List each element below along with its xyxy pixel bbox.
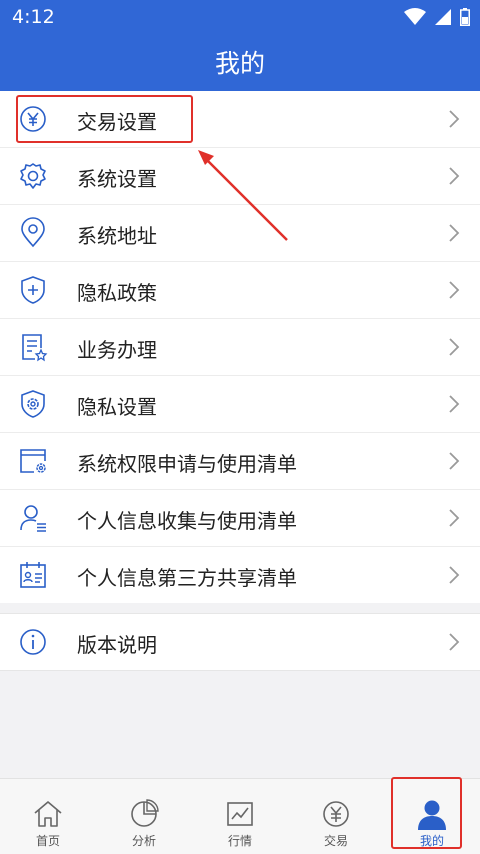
menu-item-system-address[interactable]: 系统地址	[0, 205, 480, 262]
user-list-icon	[20, 505, 46, 532]
chevron-right-icon	[449, 452, 460, 470]
tab-label: 交易	[323, 834, 348, 848]
menu-item-label: 个人信息第三方共享清单	[77, 566, 297, 590]
menu-item-label: 隐私设置	[77, 395, 157, 419]
menu-item-label: 业务办理	[77, 338, 157, 362]
tab-label: 分析	[131, 834, 156, 848]
page-title: 我的	[214, 49, 265, 78]
menu-item-system-permissions[interactable]: 系统权限申请与使用清单	[0, 433, 480, 490]
menu-item-label: 隐私政策	[77, 281, 157, 305]
status-bar: 4:12	[0, 0, 480, 34]
home-icon	[34, 801, 62, 827]
line-chart-icon	[227, 802, 253, 826]
signal-icon	[435, 9, 451, 25]
menu-item-business[interactable]: 业务办理	[0, 319, 480, 376]
info-circle-icon	[20, 629, 46, 655]
menu-item-privacy-settings[interactable]: 隐私设置	[0, 376, 480, 433]
annotation-highlight-tab-mine	[391, 777, 462, 849]
wifi-icon	[404, 8, 426, 25]
menu-item-label: 个人信息收集与使用清单	[77, 509, 297, 533]
menu-item-third-party-sharing[interactable]: 个人信息第三方共享清单	[0, 547, 480, 603]
chevron-right-icon	[449, 633, 460, 651]
menu-item-version-info[interactable]: 版本说明	[0, 614, 480, 670]
shield-plus-icon	[21, 276, 45, 304]
location-pin-icon	[21, 217, 45, 248]
chevron-right-icon	[449, 224, 460, 242]
chevron-right-icon	[449, 281, 460, 299]
chevron-right-icon	[449, 509, 460, 527]
shield-gear-icon	[21, 390, 45, 418]
menu-item-label: 版本说明	[77, 633, 157, 657]
chevron-right-icon	[449, 395, 460, 413]
menu-item-label: 系统权限申请与使用清单	[77, 452, 297, 476]
menu-item-label: 系统设置	[77, 167, 157, 191]
chevron-right-icon	[449, 110, 460, 128]
menu-group-about: 版本说明	[0, 613, 480, 671]
window-gear-icon	[20, 449, 46, 473]
menu-item-privacy-policy[interactable]: 隐私政策	[0, 262, 480, 319]
tab-market[interactable]: 行情	[192, 779, 288, 854]
chevron-right-icon	[449, 566, 460, 584]
calendar-card-icon	[20, 562, 46, 588]
document-star-icon	[22, 334, 48, 362]
yen-circle-icon	[323, 801, 349, 827]
menu-item-system-settings[interactable]: 系统设置	[0, 148, 480, 205]
menu-item-personal-info-collection[interactable]: 个人信息收集与使用清单	[0, 490, 480, 547]
menu-item-label: 系统地址	[77, 224, 157, 248]
pie-chart-icon	[131, 799, 159, 827]
tab-home[interactable]: 首页	[0, 779, 96, 854]
menu-group-main: 交易设置 系统设置 系统地址 隐私政策 业务办理 隐私设置 系统权限申请与使用清…	[0, 91, 480, 603]
chevron-right-icon	[449, 338, 460, 356]
battery-icon	[460, 8, 470, 26]
annotation-highlight-trade-settings	[16, 95, 193, 143]
status-icons	[404, 8, 470, 26]
tab-analysis[interactable]: 分析	[96, 779, 192, 854]
header: 4:12 我的	[0, 0, 480, 91]
chevron-right-icon	[449, 167, 460, 185]
status-time: 4:12	[12, 6, 55, 28]
tab-label: 行情	[227, 834, 252, 848]
tab-trade[interactable]: 交易	[288, 779, 384, 854]
tab-label: 首页	[35, 834, 60, 848]
gear-icon	[20, 163, 46, 189]
